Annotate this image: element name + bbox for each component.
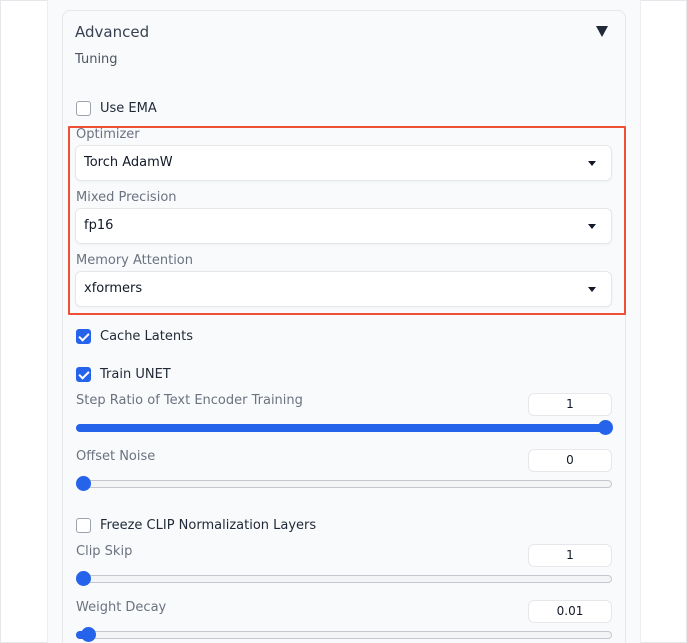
clip-skip-input[interactable]: 1 — [528, 544, 612, 567]
offset-noise-input[interactable]: 0 — [528, 449, 612, 472]
dropdown-arrow-icon — [588, 161, 596, 166]
use-ema-row[interactable]: Use EMA — [76, 99, 157, 117]
mixed-precision-label: Mixed Precision — [76, 190, 177, 205]
memory-attention-value: xformers — [84, 281, 143, 296]
cache-latents-label: Cache Latents — [100, 328, 193, 344]
offset-noise-label: Offset Noise — [76, 449, 156, 464]
slider-thumb[interactable] — [76, 476, 91, 491]
use-ema-label: Use EMA — [100, 100, 157, 116]
accordion-title[interactable]: Advanced — [75, 23, 149, 41]
slider-track — [76, 631, 612, 639]
step-ratio-slider[interactable] — [76, 420, 613, 436]
dropdown-arrow-icon — [588, 287, 596, 292]
freeze-clip-row[interactable]: Freeze CLIP Normalization Layers — [76, 516, 316, 534]
slider-fill — [76, 424, 605, 432]
memory-attention-label: Memory Attention — [76, 253, 193, 268]
step-ratio-label: Step Ratio of Text Encoder Training — [76, 393, 303, 408]
weight-decay-label: Weight Decay — [76, 600, 167, 615]
cache-latents-row[interactable]: Cache Latents — [76, 327, 193, 345]
freeze-clip-checkbox[interactable] — [76, 517, 91, 533]
train-unet-label: Train UNET — [100, 366, 171, 382]
cache-latents-checkbox[interactable] — [76, 328, 91, 344]
slider-thumb[interactable] — [76, 571, 91, 586]
weight-decay-input[interactable]: 0.01 — [528, 600, 612, 623]
mixed-precision-dropdown[interactable]: fp16 — [75, 208, 612, 244]
train-unet-row[interactable]: Train UNET — [76, 365, 171, 383]
mixed-precision-value: fp16 — [84, 218, 114, 233]
use-ema-checkbox[interactable] — [76, 100, 91, 116]
clip-skip-slider[interactable] — [76, 571, 612, 587]
train-unet-checkbox[interactable] — [76, 366, 91, 382]
slider-thumb[interactable] — [81, 627, 97, 642]
offset-noise-slider[interactable] — [76, 476, 612, 492]
optimizer-dropdown[interactable]: Torch AdamW — [75, 145, 612, 181]
optimizer-value: Torch AdamW — [84, 155, 173, 170]
memory-attention-dropdown[interactable]: xformers — [75, 271, 612, 307]
slider-track — [76, 480, 612, 488]
section-subtitle: Tuning — [75, 52, 118, 67]
triangle-down-icon[interactable] — [596, 26, 608, 37]
dropdown-arrow-icon — [588, 224, 596, 229]
step-ratio-input[interactable]: 1 — [528, 393, 612, 416]
slider-thumb[interactable] — [598, 420, 613, 435]
weight-decay-slider[interactable] — [76, 627, 612, 643]
freeze-clip-label: Freeze CLIP Normalization Layers — [100, 517, 317, 533]
clip-skip-label: Clip Skip — [76, 544, 133, 559]
slider-track — [76, 575, 612, 583]
optimizer-label: Optimizer — [76, 127, 140, 142]
